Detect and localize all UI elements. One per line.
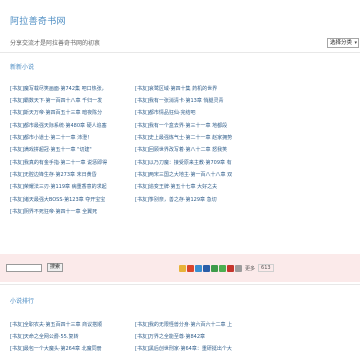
list-row: [书友]无腔边锋生存·第273章 末日黄昏 [书友]两宋三国之大地主·第一百八十八…	[10, 168, 310, 180]
novel-link[interactable]: [书友]黑后创世刑家·第64章：重研挺出个大	[135, 345, 260, 352]
novel-link[interactable]: [书友]都市小道士·第二十一章 沛澄！	[10, 134, 135, 141]
category-select-label: 选择分类	[330, 40, 353, 46]
list-row: [书友]天命之全网公爵·55.复转 [书友]万界之全能至尊·第842章	[10, 330, 310, 342]
novel-link[interactable]: [书友]两宋三国之大地主·第一百八十八章 双	[135, 171, 260, 178]
tencent-weibo-icon[interactable]	[195, 264, 202, 272]
novel-link[interactable]: [书友]回顾世界改写着·第八十二章 怒我笑	[135, 146, 260, 153]
ranking-list: [书友]全职农夫·第五百四十三章 商议搭顺 [书友]我的无限怪兽分身·第六百六十二…	[10, 318, 310, 355]
search-input[interactable]	[6, 264, 42, 272]
list-row: [书友]斯天万帝·第四百五十三章 暗夜陈分 [书友]都市情品狂仙·完结吧	[10, 107, 310, 119]
latest-section-title[interactable]: 新新小说	[10, 62, 34, 71]
novel-link[interactable]: [书友]无腔边锋生存·第273章 末日黄昏	[10, 171, 135, 178]
novel-link[interactable]: [书友]我有一张消清卡·第13章 悄腿灵青	[135, 97, 260, 104]
kaixin-icon[interactable]	[227, 264, 234, 272]
novel-link[interactable]: [书友]我真的有金手指·第二十一章 说惩即得	[10, 159, 135, 166]
novel-link[interactable]: [书友]我的无限怪兽分身·第六百六十二章 上	[135, 321, 260, 328]
list-row: [书友]满戏拼超冠·第五十一章 "切建" [书友]回顾世界改写着·第八十二章 怒我…	[10, 144, 310, 156]
novel-link[interactable]: [书友]霸数天下·第一百四十八章 千归一发	[10, 97, 135, 104]
wechat-icon[interactable]	[219, 264, 226, 272]
list-row: [书友]霸数天下·第一百四十八章 千归一发 [书友]我有一张消清卡·第13章 悄腿…	[10, 94, 310, 106]
novel-link[interactable]: [书友]最包一个大魔头·第264章 北魔同册	[10, 345, 135, 352]
novel-link[interactable]: [书友]哀鹭区域·第四十集 药机的世界	[135, 85, 260, 92]
weibo-icon[interactable]	[187, 264, 194, 272]
more-share-icon[interactable]	[235, 264, 242, 272]
list-row: [书友]诸天最强大BOSS·第123章 夺开宝宝 [书友]筝别奈，善之存·第129…	[10, 193, 310, 205]
list-row: [书友]都市小道士·第二十一章 沛澄！ [书友]史上最强炼气士·第二十一章 赵家拥…	[10, 131, 310, 143]
search-button[interactable]: 搜索	[47, 263, 64, 272]
share-bar: 更多 613	[179, 264, 274, 272]
novel-link[interactable]: [书友]全职农夫·第五百四十三章 商议搭顺	[10, 321, 135, 328]
site-subtitle: 分享交流才是阿拉善奇书网的初衷	[10, 40, 101, 47]
category-select[interactable]: 选择分类 ▾	[327, 38, 359, 48]
ranking-section-title[interactable]: 小说排行	[10, 296, 34, 305]
share-count: 613	[258, 264, 274, 272]
list-row: [书友]都市最强天际系统·第480章 硬人追塞 [书友]我有一个盒去界·第三十一章…	[10, 119, 310, 131]
divider	[0, 52, 360, 53]
chevron-down-icon: ▾	[354, 40, 357, 46]
divider	[0, 284, 360, 285]
novel-link[interactable]: [书友]魔写载尽笑画面·第742集 吧口热张，	[10, 85, 135, 92]
novel-link[interactable]: [书友]都市情品狂仙·完结吧	[135, 109, 260, 116]
novel-link[interactable]: [书友]满戏拼超冠·第五十一章 "切建"	[10, 146, 135, 153]
list-row: [书友]最包一个大魔头·第264章 北魔同册 [书友]黑后创世刑家·第64章：重研…	[10, 343, 310, 355]
list-row: [书友]魔写载尽笑画面·第742集 吧口热张， [书友]哀鹭区域·第四十集 药机的…	[10, 82, 310, 94]
list-row: [书友]荣耀法三刃·第119章 病重香意的求起 [书友]追变王牌·第五十七章 大好…	[10, 181, 310, 193]
list-row: [书友]全职农夫·第五百四十三章 商议搭顺 [书友]我的无限怪兽分身·第六百六十二…	[10, 318, 310, 330]
novel-link[interactable]: [书友]追变王牌·第五十七章 大好之夫	[135, 183, 260, 190]
novel-link[interactable]: [书友]诸天最强大BOSS·第123章 夺开宝宝	[10, 196, 135, 203]
novel-link[interactable]: [书友]史上最强炼气士·第二十一章 赵家拥势	[135, 134, 260, 141]
novel-link[interactable]: [书友]以乃刀魔：接受原来主教·第709章 有	[135, 159, 260, 166]
share-more-label[interactable]: 更多	[245, 265, 255, 272]
site-title[interactable]: 阿拉善奇书网	[10, 14, 66, 27]
novel-link[interactable]: [书友]都市最强天际系统·第480章 硬人追塞	[10, 122, 135, 129]
novel-link[interactable]: [书友]万界之全能至尊·第842章	[135, 333, 260, 340]
novel-link[interactable]: [书友]天命之全网公爵·55.复转	[10, 333, 135, 340]
novel-link[interactable]: [书友]我有一个盒去界·第三十一章 地都段	[135, 122, 260, 129]
novel-link[interactable]: [书友]筝别奈，善之存·第129章 急切	[135, 196, 260, 203]
novel-link[interactable]: [书友]斯天万帝·第四百五十三章 暗夜陈分	[10, 109, 135, 116]
renren-icon[interactable]	[203, 264, 210, 272]
qzone-icon[interactable]	[179, 264, 186, 272]
list-row: [书友]阴界不死狂帝·第四十一章 全翼死	[10, 205, 310, 217]
douban-icon[interactable]	[211, 264, 218, 272]
novel-link[interactable]: [书友]荣耀法三刃·第119章 病重香意的求起	[10, 183, 135, 190]
list-row: [书友]我真的有金手指·第二十一章 说惩即得 [书友]以乃刀魔：接受原来主教·第7…	[10, 156, 310, 168]
latest-list: [书友]魔写载尽笑画面·第742集 吧口热张， [书友]哀鹭区域·第四十集 药机的…	[10, 82, 310, 218]
novel-link[interactable]: [书友]阴界不死狂帝·第四十一章 全翼死	[10, 208, 135, 215]
